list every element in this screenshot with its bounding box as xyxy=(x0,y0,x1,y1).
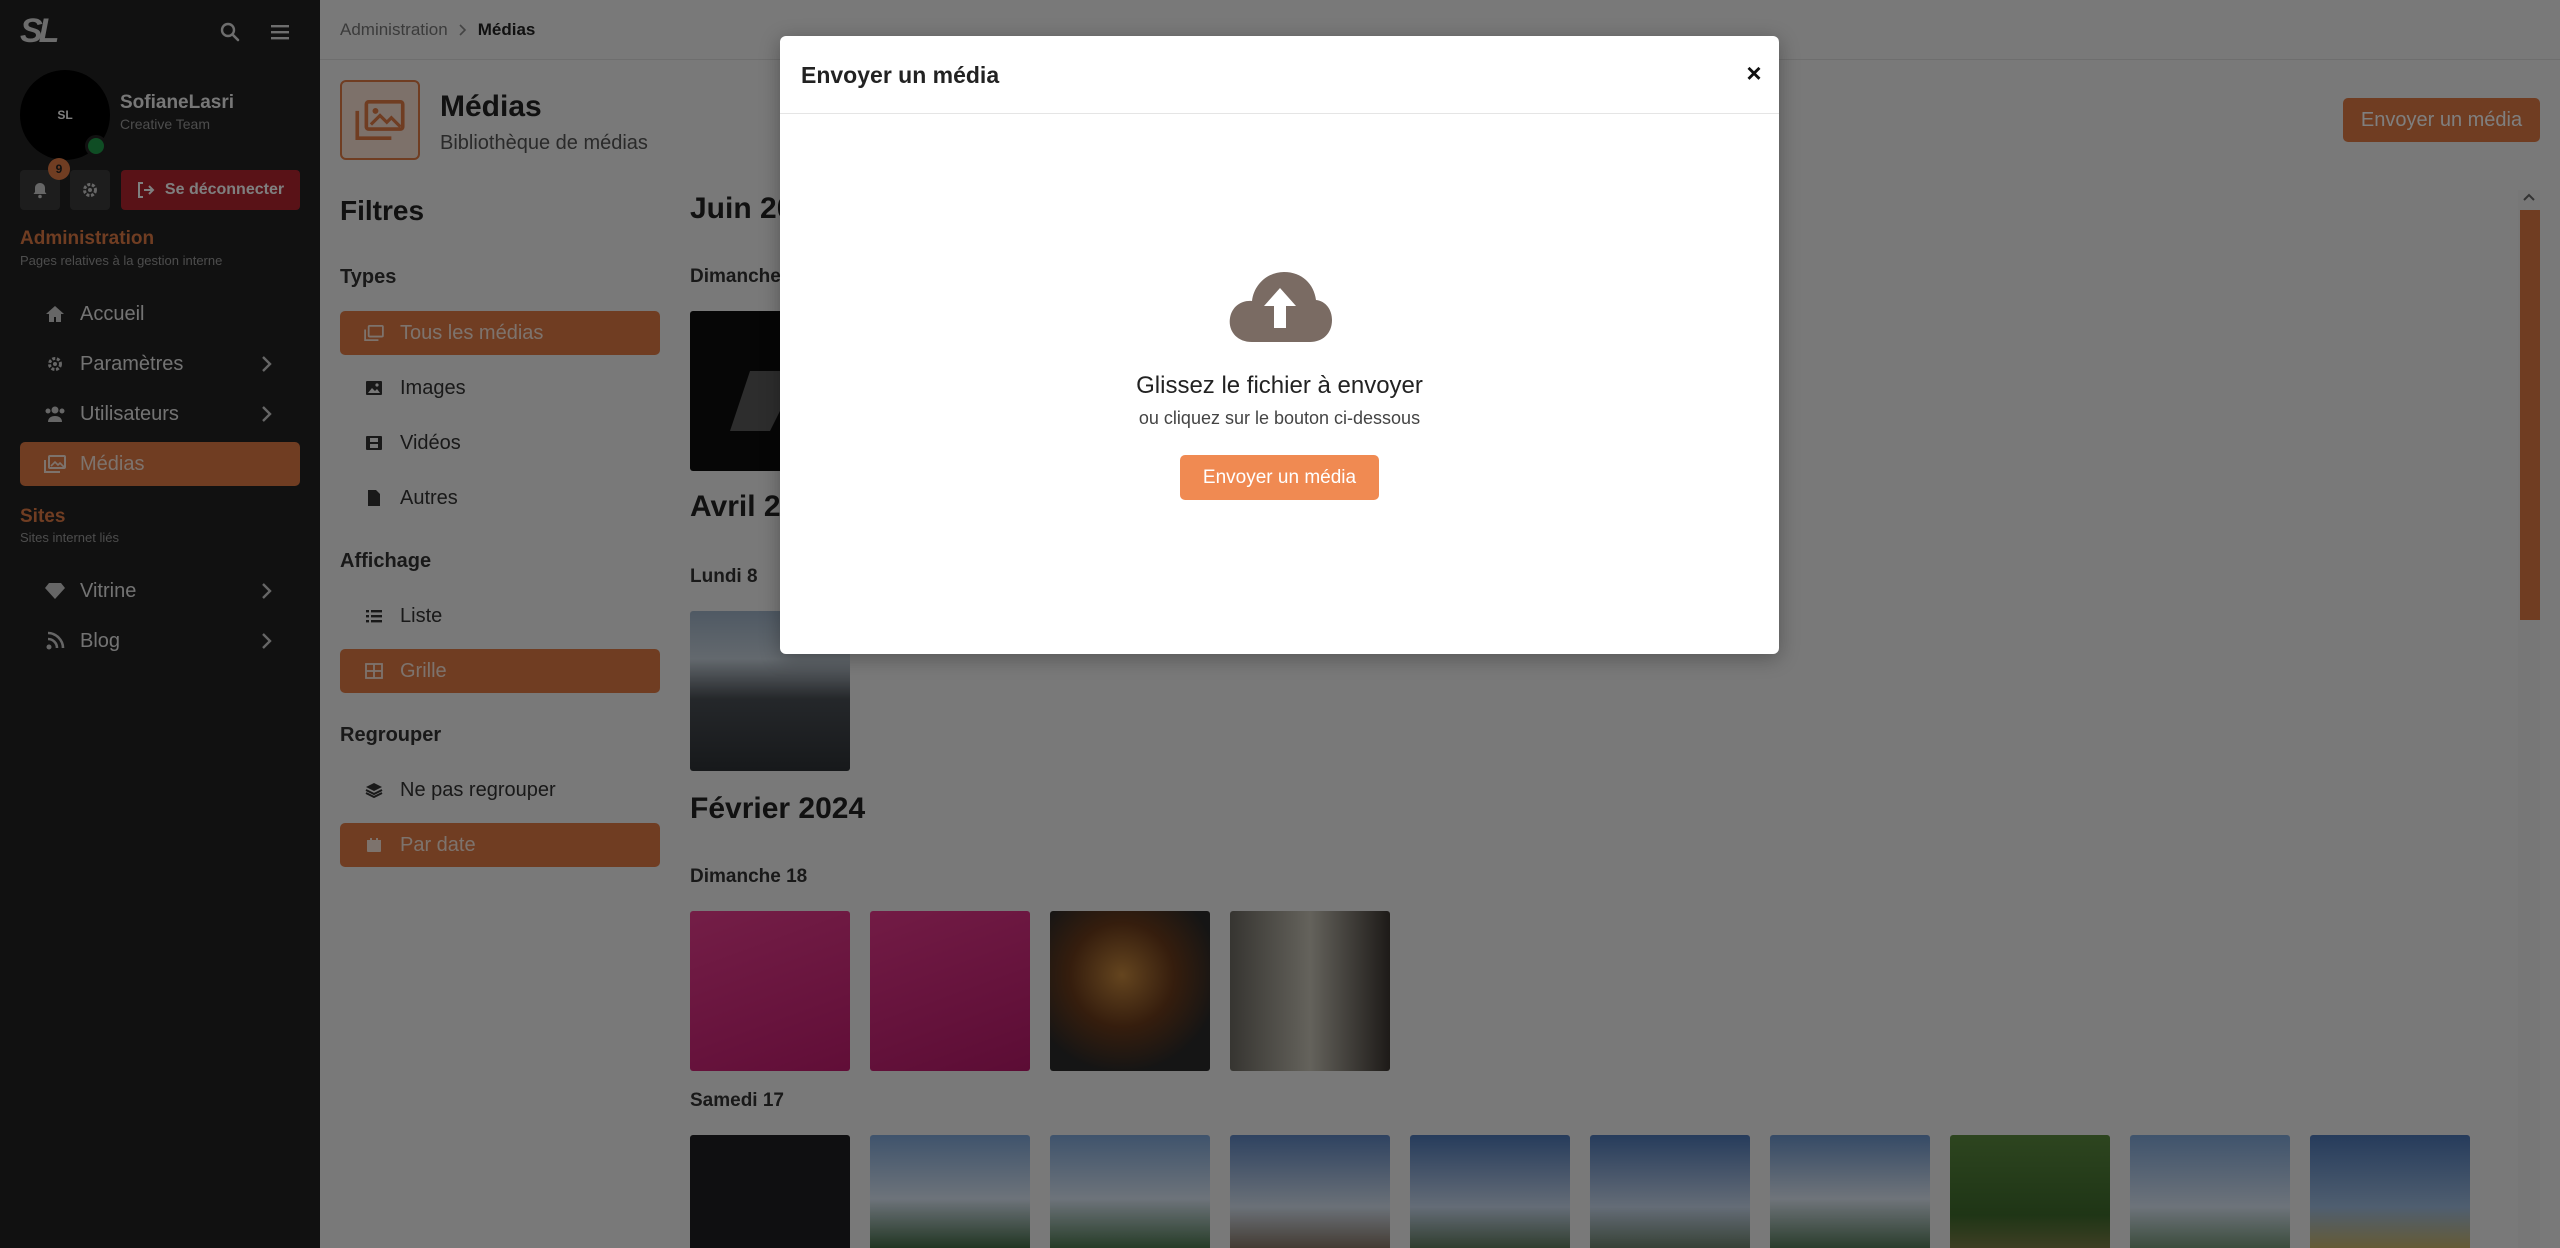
modal-upload-button[interactable]: Envoyer un média xyxy=(1180,455,1379,500)
cloud-upload-icon xyxy=(1229,272,1332,342)
modal-header: Envoyer un média × xyxy=(780,36,1779,114)
close-icon[interactable]: × xyxy=(1741,60,1767,86)
drop-zone-subtitle: ou cliquez sur le bouton ci-dessous xyxy=(1138,408,1421,428)
drop-zone-title: Glissez le fichier à envoyer xyxy=(1136,372,1423,399)
upload-media-modal: Envoyer un média × Glissez le fichier à … xyxy=(780,36,1779,654)
modal-title: Envoyer un média xyxy=(801,62,1000,88)
